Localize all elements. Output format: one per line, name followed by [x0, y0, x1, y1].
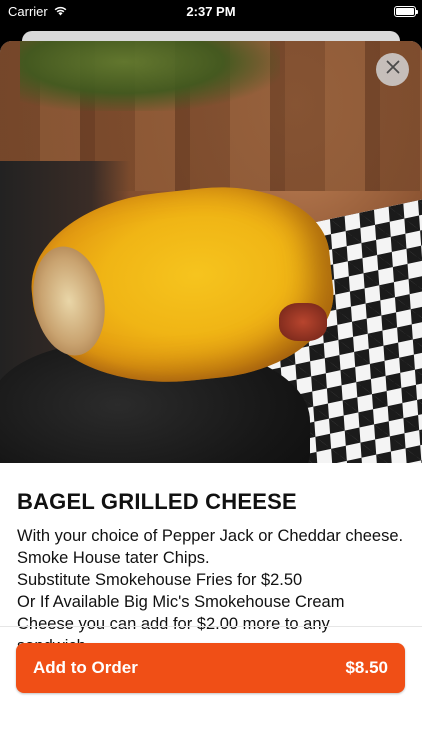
- status-left: Carrier: [8, 4, 68, 19]
- carrier-label: Carrier: [8, 3, 48, 19]
- divider: [0, 626, 422, 627]
- item-content: BAGEL GRILLED CHEESE With your choice of…: [0, 463, 422, 657]
- status-bar: Carrier 2:37 PM: [0, 0, 422, 22]
- close-icon: [386, 60, 400, 79]
- add-to-order-label: Add to Order: [33, 658, 138, 677]
- item-photo: [0, 41, 422, 463]
- close-button[interactable]: [376, 53, 409, 86]
- item-description: With your choice of Pepper Jack or Chedd…: [17, 527, 404, 655]
- add-to-order-button[interactable]: Add to Order $8.50: [16, 643, 405, 693]
- item-title: BAGEL GRILLED CHEESE: [17, 489, 297, 514]
- wifi-icon: [53, 4, 68, 19]
- battery-icon: [394, 5, 418, 17]
- order-price: $8.50: [345, 658, 388, 677]
